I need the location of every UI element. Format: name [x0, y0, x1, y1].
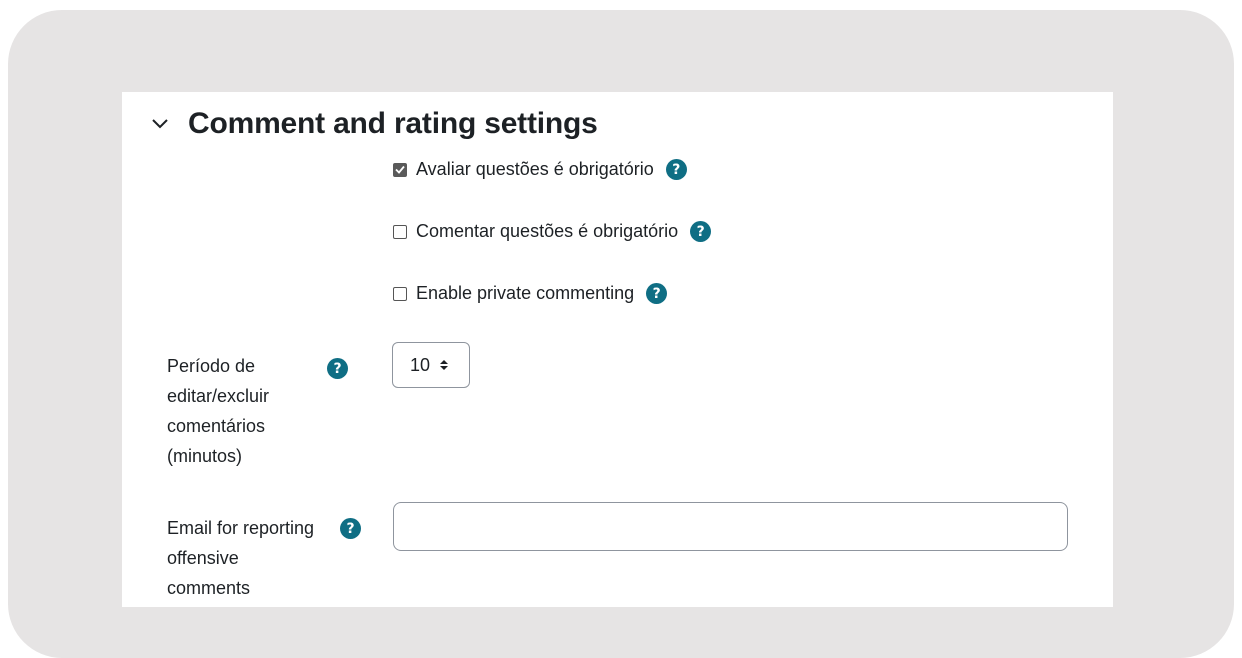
checkbox-row-rate-required[interactable]: Avaliar questões é obrigatório ?: [393, 159, 687, 180]
help-icon[interactable]: ?: [665, 159, 687, 180]
offensive-email-label-line: comments: [167, 578, 251, 598]
comment-required-label: Comentar questões é obrigatório: [416, 221, 679, 241]
rate-required-label: Avaliar questões é obrigatório: [416, 159, 654, 179]
help-icon[interactable]: ?: [340, 518, 361, 539]
edit-period-label-line: comentários: [167, 416, 266, 436]
help-icon[interactable]: ?: [690, 221, 712, 242]
comment-required-checkbox[interactable]: [393, 224, 407, 239]
offensive-email-label-line: Email for reporting: [167, 518, 315, 538]
offensive-email-label-line: offensive: [167, 548, 239, 568]
checkmark-icon: [395, 165, 405, 174]
chevron-down-icon[interactable]: [146, 110, 174, 138]
section-title: Comment and rating settings: [188, 107, 598, 140]
private-commenting-checkbox[interactable]: [393, 286, 407, 301]
offensive-email-label: Email for reporting offensive comments: [167, 513, 314, 603]
background-frame: Comment and rating settings Avaliar ques…: [8, 10, 1234, 658]
edit-period-label: Período de editar/excluir comentários (m…: [167, 351, 269, 471]
select-arrows-icon: [440, 359, 449, 371]
offensive-email-input[interactable]: [393, 502, 1068, 551]
checkbox-row-private-commenting[interactable]: Enable private commenting ?: [393, 283, 668, 304]
edit-period-value: 10: [410, 354, 431, 375]
edit-period-select[interactable]: 10: [392, 342, 470, 388]
edit-period-label-line: editar/excluir: [167, 386, 270, 406]
section-header[interactable]: Comment and rating settings: [146, 104, 598, 144]
private-commenting-label: Enable private commenting: [416, 283, 635, 303]
checkbox-row-comment-required[interactable]: Comentar questões é obrigatório ?: [393, 221, 712, 242]
help-icon[interactable]: ?: [646, 283, 668, 304]
settings-panel: Comment and rating settings Avaliar ques…: [122, 92, 1113, 607]
edit-period-label-line: Período de: [167, 356, 256, 376]
help-icon[interactable]: ?: [327, 358, 348, 379]
edit-period-label-line: (minutos): [167, 446, 243, 466]
rate-required-checkbox[interactable]: [393, 162, 407, 177]
